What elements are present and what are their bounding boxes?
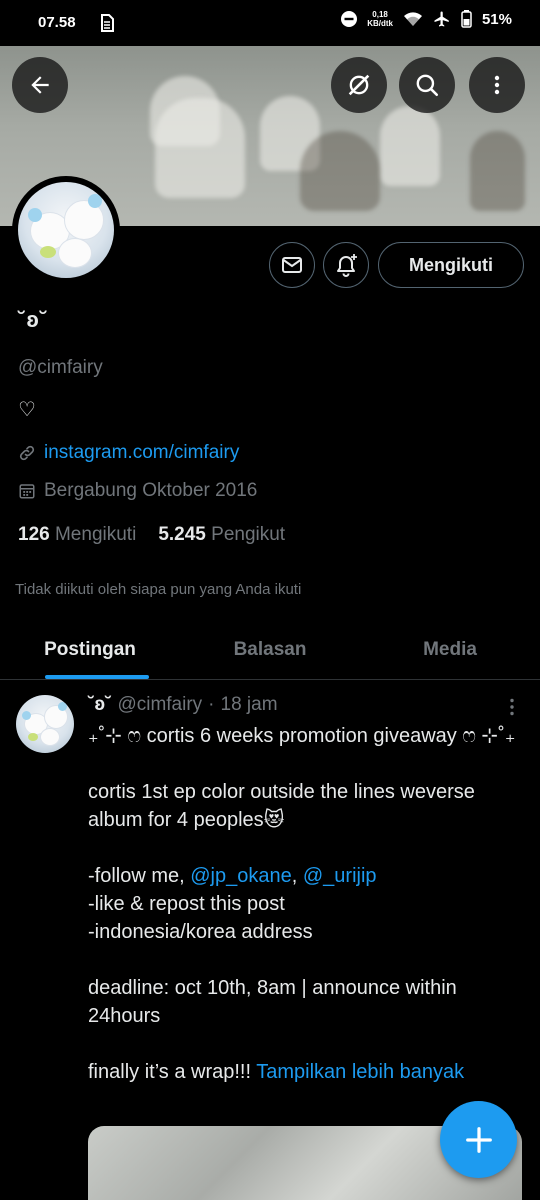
followers-label: Pengikut [211, 524, 286, 545]
mail-icon [282, 257, 302, 273]
profile-avatar[interactable] [12, 176, 120, 284]
notifications-button[interactable] [323, 242, 369, 288]
plus-icon [465, 1126, 492, 1153]
profile-link-row[interactable]: instagram.com/cimfairy [18, 442, 239, 464]
mention-link[interactable]: @jp_okane [190, 865, 291, 887]
following-count: 126 [18, 524, 50, 545]
profile-tabs: Postingan Balasan Media [0, 620, 540, 680]
following-label: Mengikuti [54, 524, 137, 545]
post-line-text: -follow me, [88, 865, 191, 887]
post-header: ˘ʚ˘ @cimfairy · 18 jam [88, 694, 278, 716]
bell-plus-icon [337, 254, 357, 277]
compose-post-button[interactable] [440, 1101, 517, 1178]
banner-photo-seat [155, 98, 245, 198]
post-author-name[interactable]: ˘ʚ˘ [88, 694, 111, 716]
username: @cimfairy [18, 357, 103, 378]
sim-card-icon [101, 14, 114, 32]
grok-icon [348, 74, 370, 96]
grok-button[interactable] [331, 57, 387, 113]
link-icon [19, 445, 35, 461]
post-line: cortis 1st ep color outside the lines we… [88, 781, 475, 831]
following-stat[interactable]: 126 Mengikuti [18, 524, 136, 546]
post-line: -follow me, @jp_okane, @_urijip [88, 862, 518, 890]
display-name: ˘ʚ˘ [18, 307, 49, 332]
post-time[interactable]: 18 jam [221, 694, 278, 716]
battery-percent: 51% [481, 10, 512, 28]
tab-media[interactable]: Media [360, 620, 540, 679]
post-author-avatar[interactable] [16, 695, 74, 753]
post-line-text: , [291, 865, 303, 887]
post-line-text: finally it’s a wrap!!! [88, 1061, 257, 1083]
search-icon [416, 74, 439, 97]
search-button[interactable] [399, 57, 455, 113]
show-more-link[interactable]: Tampilkan lebih banyak [256, 1061, 464, 1083]
back-button[interactable] [12, 57, 68, 113]
active-tab-indicator [45, 675, 149, 679]
bio: ♡ [18, 399, 36, 421]
message-button[interactable] [269, 242, 315, 288]
battery-icon [461, 10, 472, 28]
airplane-mode-icon [434, 11, 449, 27]
followers-stat[interactable]: 5.245 Pengikut [158, 524, 285, 546]
post-separator: · [208, 694, 215, 715]
follow-stats: 126 Mengikuti 5.245 Pengikut [18, 524, 285, 546]
arrow-left-icon [31, 76, 49, 94]
more-options-button[interactable] [469, 57, 525, 113]
post-author-handle[interactable]: @cimfairy [117, 694, 202, 716]
followers-count: 5.245 [158, 524, 206, 545]
network-speed: 0,18 KB/dtk [367, 10, 393, 28]
post-line: deadline: oct 10th, 8am | announce withi… [88, 977, 457, 1027]
do-not-disturb-icon [341, 11, 358, 27]
post-line: ₊˚⊹ ෆ cortis 6 weeks promotion giveaway … [88, 725, 516, 747]
tab-label: Media [423, 638, 477, 660]
joined-date: Bergabung Oktober 2016 [44, 480, 258, 501]
banner-photo-seat [380, 106, 440, 186]
status-bar: 07.58 0,18 KB/dtk 51% [0, 0, 540, 46]
following-button[interactable]: Mengikuti [378, 242, 524, 288]
tab-label: Balasan [233, 638, 307, 660]
post-line: -like & repost this post [88, 893, 285, 915]
wifi-icon [403, 12, 422, 26]
post-more-icon[interactable] [502, 697, 522, 717]
not-followed-notice: Tidak diikuti oleh siapa pun yang Anda i… [15, 581, 302, 598]
tab-replies[interactable]: Balasan [180, 620, 360, 679]
post-line: -indonesia/korea address [88, 921, 313, 943]
calendar-icon [19, 484, 35, 499]
post-text: ₊˚⊹ ෆ cortis 6 weeks promotion giveaway … [88, 722, 518, 1086]
clock: 07.58 [38, 14, 76, 31]
profile-link[interactable]: instagram.com/cimfairy [44, 442, 239, 464]
banner-photo-seat [300, 131, 380, 211]
more-vertical-icon [494, 75, 500, 95]
tab-label: Postingan [44, 638, 136, 660]
banner-photo-seat [470, 131, 525, 211]
joined-row: Bergabung Oktober 2016 [18, 480, 257, 502]
avatar-image [18, 182, 114, 278]
tab-posts[interactable]: Postingan [0, 620, 180, 679]
post-line: finally it’s a wrap!!! Tampilkan lebih b… [88, 1058, 518, 1086]
mention-link[interactable]: @_urijip [303, 865, 377, 887]
